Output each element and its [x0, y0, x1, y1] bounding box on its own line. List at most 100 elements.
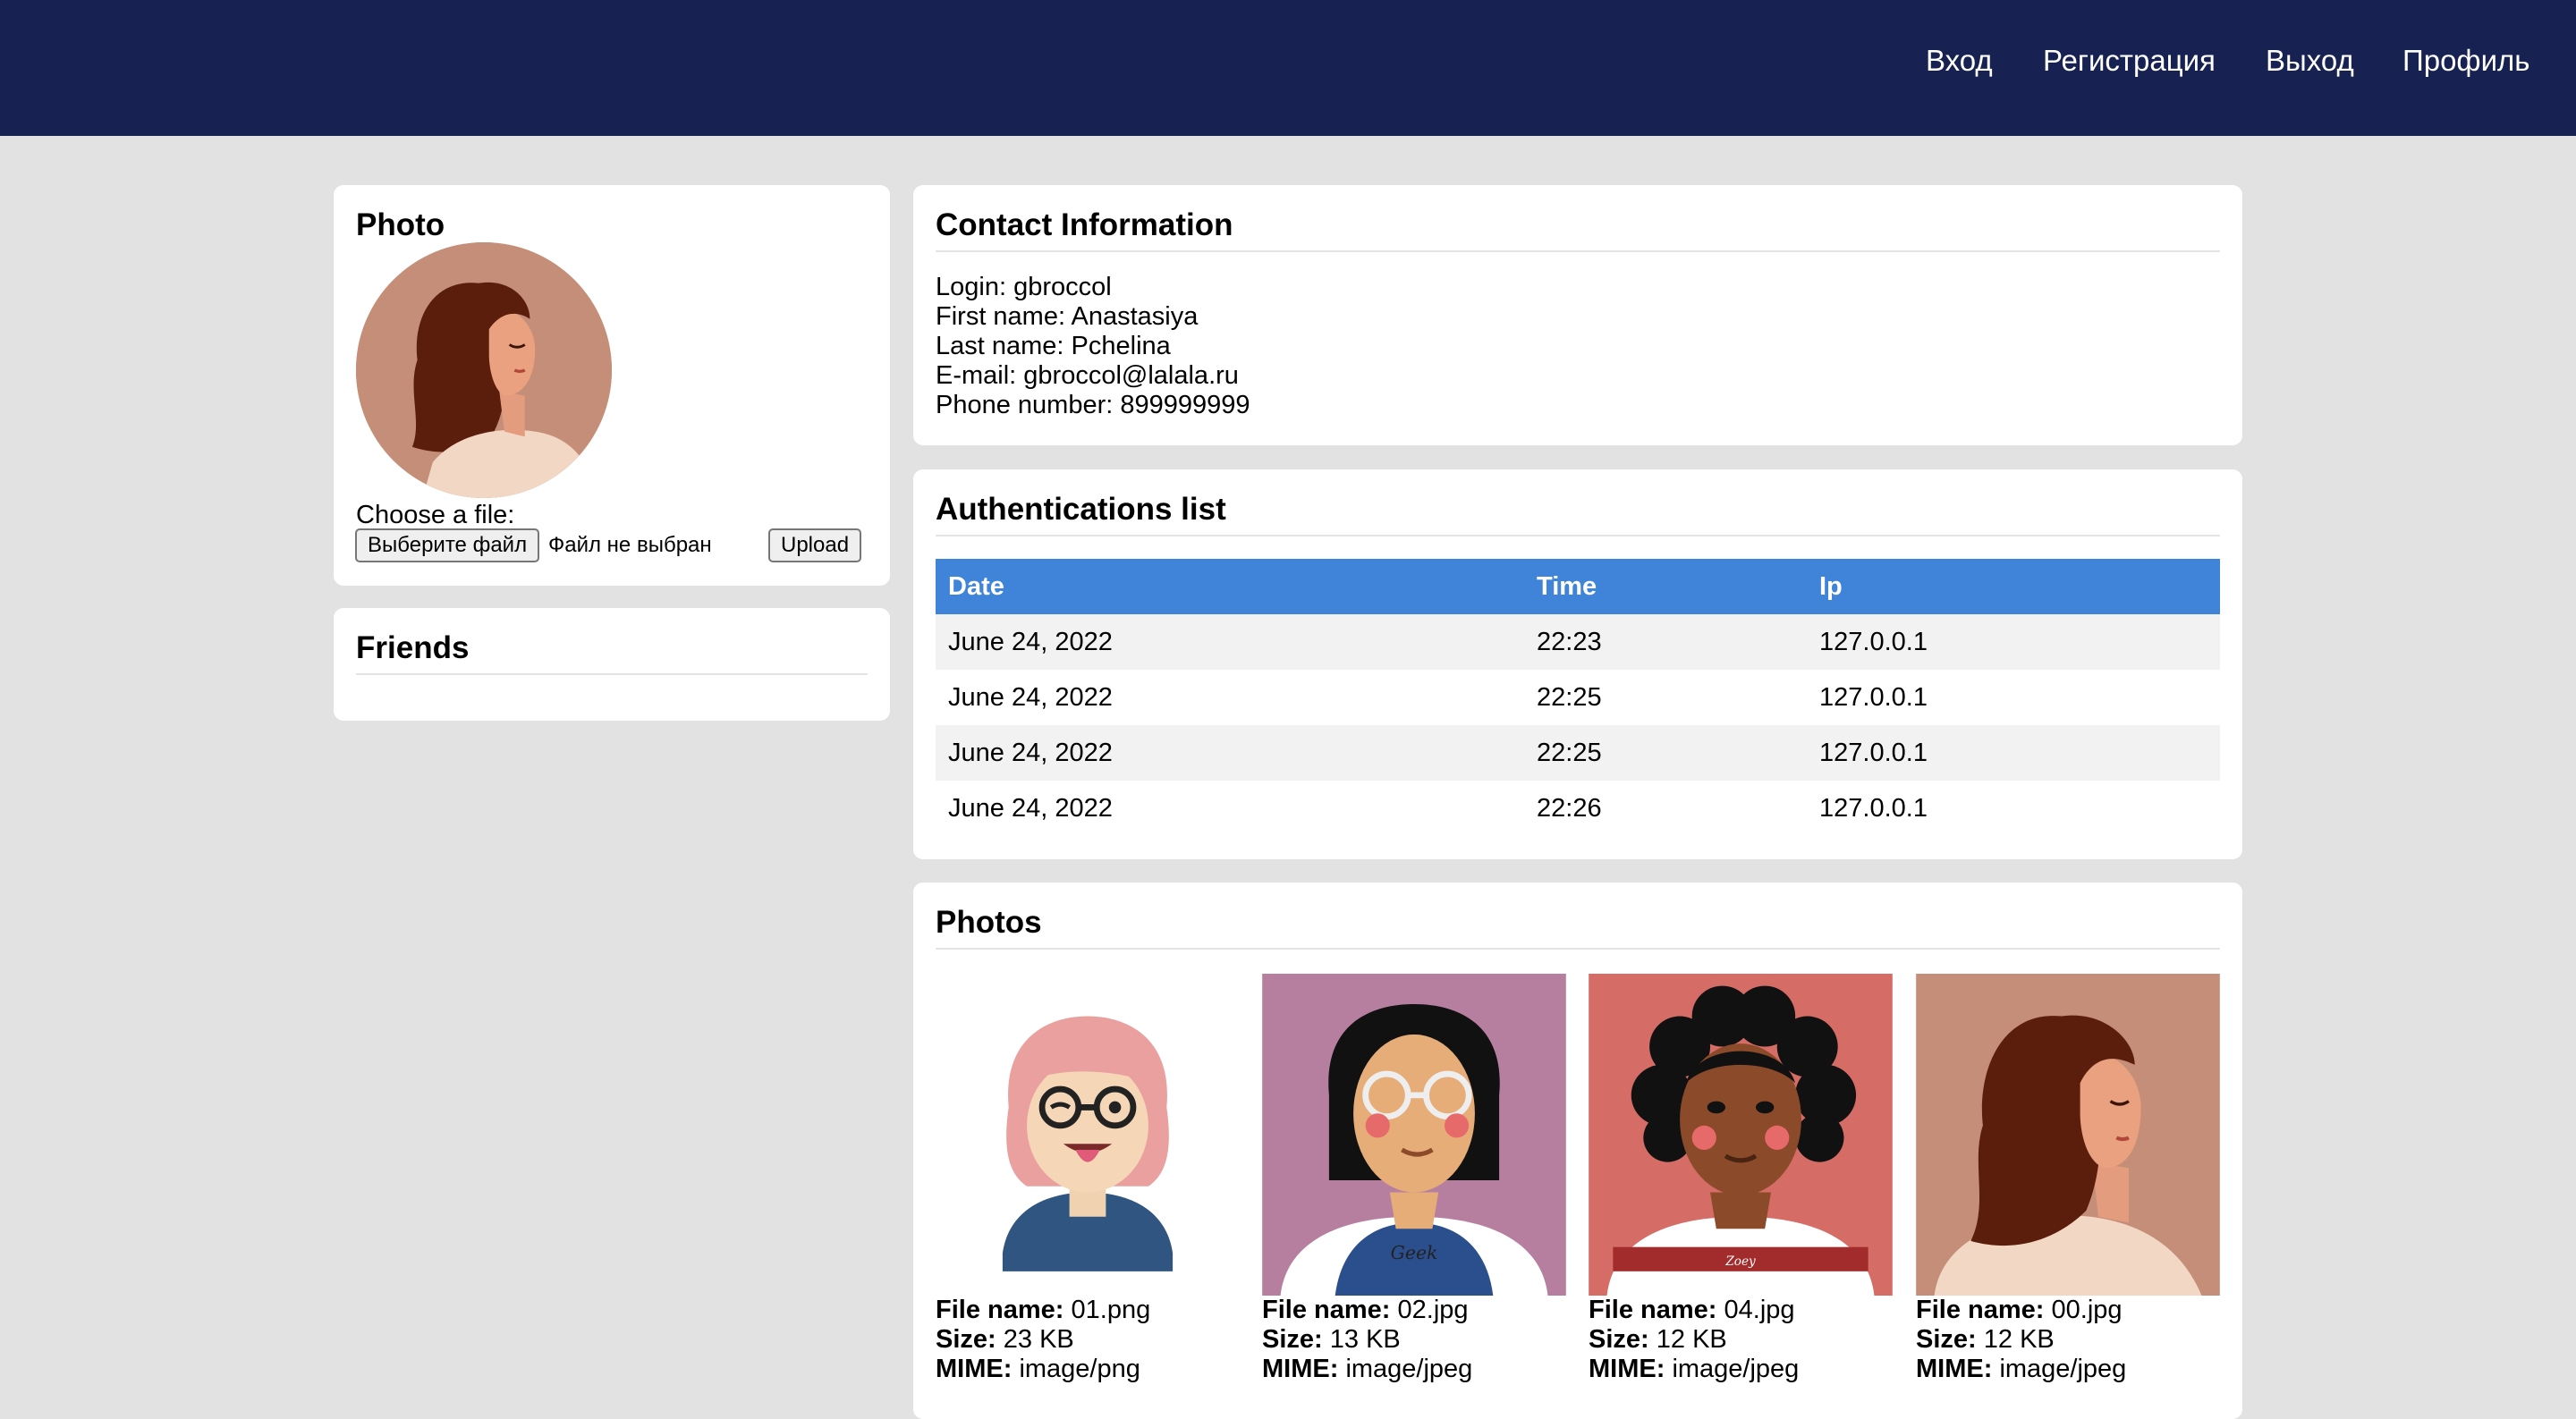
size-value: 12 KB [1983, 1325, 2055, 1354]
photo-thumbnail[interactable] [936, 974, 1240, 1296]
photo-meta: File name: 02.jpg Size: 13 KB MIME: imag… [1262, 1296, 1566, 1384]
phone-label: Phone number: [936, 391, 1114, 419]
friends-card-title: Friends [356, 630, 470, 665]
cell-time: 22:26 [1537, 793, 1602, 823]
nav-profile-link[interactable]: Профиль [2402, 43, 2529, 79]
cell-ip: 127.0.0.1 [1819, 682, 1928, 712]
photos-divider [936, 948, 2220, 950]
mime-label: MIME: [1916, 1355, 1993, 1383]
photo-meta: File name: 00.jpg Size: 12 KB MIME: imag… [1916, 1296, 2220, 1384]
friends-card: Friends [334, 608, 890, 721]
shirt-text: Geek [1391, 1242, 1438, 1263]
photo-meta: File name: 01.png Size: 23 KB MIME: imag… [936, 1296, 1240, 1384]
cell-date: June 24, 2022 [948, 793, 1113, 823]
size-label: Size: [1916, 1325, 1977, 1354]
photos-card: Photos File name: 01.png Size: 23 KB MIM… [913, 883, 2242, 1419]
contact-details: Login: gbroccol First name: Anastasiya L… [936, 273, 1250, 420]
login-row: Login: gbroccol [936, 273, 1250, 302]
cell-date: June 24, 2022 [936, 614, 1524, 670]
photo-item[interactable]: Zoey File name: 04.jpg Size: 12 KB MIME:… [1589, 974, 1893, 1384]
file-name-value: 00.jpg [2051, 1296, 2123, 1324]
file-name-label: File name: [936, 1296, 1064, 1324]
woman-portrait-icon [1916, 974, 2220, 1296]
mime-value: image/png [1019, 1355, 1140, 1383]
curly-hair-woman-icon: Zoey [1589, 974, 1893, 1296]
auth-table-header: Date Time Ip [936, 559, 2220, 614]
photo-card-title: Photo [356, 207, 445, 242]
file-name-label: File name: [1262, 1296, 1391, 1324]
size-value: 12 KB [1656, 1325, 1727, 1354]
size-value: 13 KB [1329, 1325, 1401, 1354]
upload-button[interactable]: Upload [768, 528, 862, 562]
contact-card-title: Contact Information [936, 207, 1233, 242]
cell-time: 22:25 [1524, 725, 1807, 781]
mime-value: image/jpeg [1345, 1355, 1473, 1383]
top-navbar: Вход Регистрация Выход Профиль [0, 0, 2576, 136]
file-name-value: 02.jpg [1397, 1296, 1469, 1324]
cell-ip: 127.0.0.1 [1807, 614, 2220, 670]
cell-time: 22:25 [1537, 682, 1602, 712]
auth-divider [936, 535, 2220, 536]
size-label: Size: [1589, 1325, 1649, 1354]
auth-card-title: Authentications list [936, 492, 1226, 527]
first-name-value: Anastasiya [1071, 302, 1199, 331]
email-value: gbroccol@lalala.ru [1023, 361, 1239, 390]
choose-file-button[interactable]: Выберите файл [355, 528, 540, 562]
cell-date: June 24, 2022 [936, 725, 1524, 781]
shirt-text: Zoey [1724, 1254, 1756, 1269]
mime-label: MIME: [1589, 1355, 1665, 1383]
last-name-row: Last name: Pchelina [936, 332, 1250, 361]
photo-item[interactable]: Geek File name: 02.jpg Size: 13 KB MIME:… [1262, 974, 1566, 1384]
photo-item[interactable]: File name: 00.jpg Size: 12 KB MIME: imag… [1916, 974, 2220, 1384]
no-file-selected-text: Файл не выбран [548, 533, 712, 557]
photo-thumbnail[interactable]: Geek [1262, 974, 1566, 1296]
profile-avatar [356, 242, 612, 498]
table-row: June 24, 2022 22:25 127.0.0.1 [936, 670, 2220, 725]
photo-meta: File name: 04.jpg Size: 12 KB MIME: imag… [1589, 1296, 1893, 1384]
contact-info-card: Contact Information Login: gbroccol Firs… [913, 185, 2242, 445]
first-name-row: First name: Anastasiya [936, 302, 1250, 332]
mime-label: MIME: [936, 1355, 1013, 1383]
photos-card-title: Photos [936, 905, 1042, 940]
phone-row: Phone number: 899999999 [936, 391, 1250, 420]
photo-thumbnail[interactable]: Zoey [1589, 974, 1893, 1296]
column-header-time: Time [1524, 559, 1807, 614]
size-label: Size: [1262, 1325, 1323, 1354]
table-row: June 24, 2022 22:25 127.0.0.1 [936, 725, 2220, 781]
choose-file-label: Choose a file: [356, 501, 515, 529]
last-name-label: Last name: [936, 332, 1064, 360]
phone-value: 899999999 [1120, 391, 1250, 419]
nav-login-link[interactable]: Вход [1926, 43, 1993, 79]
mime-value: image/jpeg [1999, 1355, 2127, 1383]
pink-hair-boy-icon [936, 974, 1240, 1296]
cell-time: 22:23 [1524, 614, 1807, 670]
photo-card: Photo Choose a file: Выберите файл Файл … [334, 185, 890, 586]
login-value: gbroccol [1013, 273, 1112, 301]
email-row: E-mail: gbroccol@lalala.ru [936, 361, 1250, 391]
cell-date: June 24, 2022 [948, 682, 1113, 712]
first-name-label: First name: [936, 302, 1066, 331]
cell-ip: 127.0.0.1 [1807, 725, 2220, 781]
photo-thumbnail[interactable] [1916, 974, 2220, 1296]
size-value: 23 KB [1003, 1325, 1074, 1354]
table-row: June 24, 2022 22:23 127.0.0.1 [936, 614, 2220, 670]
glasses-girl-icon: Geek [1262, 974, 1566, 1296]
nav-logout-link[interactable]: Выход [2266, 43, 2354, 79]
mime-value: image/jpeg [1672, 1355, 1800, 1383]
nav-register-link[interactable]: Регистрация [2043, 43, 2216, 79]
file-name-value: 01.png [1071, 1296, 1151, 1324]
size-label: Size: [936, 1325, 996, 1354]
file-name-label: File name: [1916, 1296, 2045, 1324]
friends-divider [356, 673, 868, 675]
woman-portrait-icon [356, 242, 612, 498]
login-label: Login: [936, 273, 1007, 301]
file-name-value: 04.jpg [1724, 1296, 1795, 1324]
mime-label: MIME: [1262, 1355, 1339, 1383]
column-header-date: Date [936, 559, 1524, 614]
contact-divider [936, 250, 2220, 252]
column-header-ip: Ip [1807, 559, 2220, 614]
email-label: E-mail: [936, 361, 1017, 390]
file-name-label: File name: [1589, 1296, 1717, 1324]
cell-ip: 127.0.0.1 [1819, 793, 1928, 823]
photo-item[interactable]: File name: 01.png Size: 23 KB MIME: imag… [936, 974, 1240, 1384]
